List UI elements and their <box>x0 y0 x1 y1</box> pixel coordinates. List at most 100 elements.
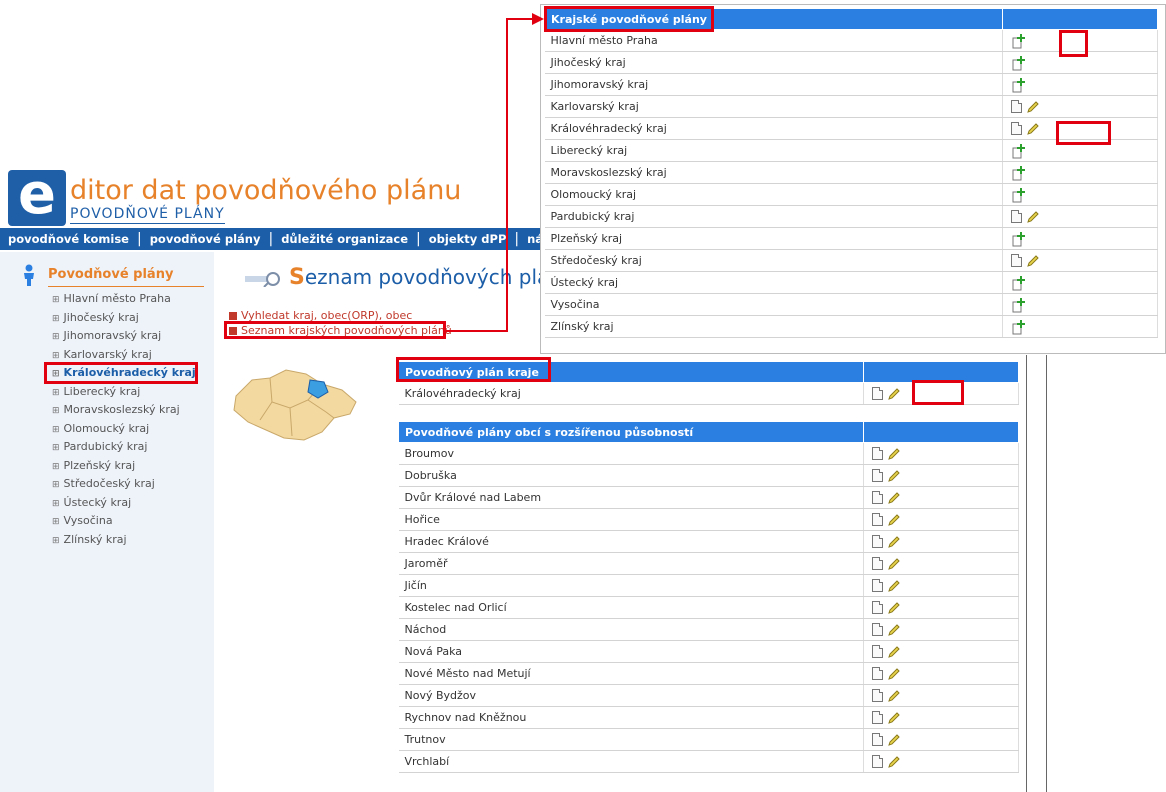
edit-pencil-icon[interactable] <box>887 491 901 505</box>
edit-pencil-icon[interactable] <box>887 557 901 571</box>
sidebar-item[interactable]: ⊞ Liberecký kraj <box>52 383 196 402</box>
view-document-icon[interactable] <box>872 513 883 526</box>
view-document-icon[interactable] <box>872 667 883 680</box>
expand-icon[interactable]: ⊞ <box>52 425 60 435</box>
expand-icon[interactable]: ⊞ <box>52 295 60 305</box>
sidebar-item[interactable]: ⊞ Moravskoslezský kraj <box>52 401 196 420</box>
expand-icon[interactable]: ⊞ <box>52 351 60 361</box>
edit-pencil-icon[interactable] <box>1026 210 1040 224</box>
main-nav: povodňové komise | povodňové plány | důlež… <box>0 228 567 250</box>
view-document-icon[interactable] <box>872 689 883 702</box>
add-plan-icon[interactable] <box>1011 231 1027 247</box>
sidebar-item[interactable]: ⊞ Hlavní město Praha <box>52 290 196 309</box>
divider <box>1046 355 1047 792</box>
edit-pencil-icon[interactable] <box>887 387 901 401</box>
sidebar-item[interactable]: ⊞ Ústecký kraj <box>52 494 196 513</box>
row-actions <box>1002 205 1158 228</box>
view-document-icon[interactable] <box>872 755 883 768</box>
view-document-icon[interactable] <box>872 491 883 504</box>
expand-icon[interactable]: ⊞ <box>52 406 60 416</box>
add-plan-icon[interactable] <box>1011 77 1027 93</box>
sidebar-item[interactable]: ⊞ Pardubický kraj <box>52 438 196 457</box>
app-title: ditor dat povodňového plánu <box>70 175 462 206</box>
edit-pencil-icon[interactable] <box>887 447 901 461</box>
view-document-icon[interactable] <box>872 469 883 482</box>
add-plan-icon[interactable] <box>1011 187 1027 203</box>
arrow-head-icon <box>532 13 544 25</box>
nav-objekty-dpp[interactable]: objekty dPP <box>421 232 515 246</box>
add-plan-icon[interactable] <box>1011 275 1027 291</box>
row-name: Ústecký kraj <box>544 271 1003 294</box>
expand-icon[interactable]: ⊞ <box>52 462 60 472</box>
sidebar-item[interactable]: ⊞ Zlínský kraj <box>52 531 196 550</box>
expand-icon[interactable]: ⊞ <box>52 499 60 509</box>
expand-icon[interactable]: ⊞ <box>52 443 60 453</box>
view-document-icon[interactable] <box>1011 100 1022 113</box>
table-row: Zlínský kraj <box>544 315 1158 338</box>
edit-pencil-icon[interactable] <box>887 755 901 769</box>
view-document-icon[interactable] <box>1011 122 1022 135</box>
edit-pencil-icon[interactable] <box>1026 122 1040 136</box>
view-document-icon[interactable] <box>872 601 883 614</box>
edit-pencil-icon[interactable] <box>887 623 901 637</box>
view-document-icon[interactable] <box>872 557 883 570</box>
add-plan-icon[interactable] <box>1011 319 1027 335</box>
edit-pencil-icon[interactable] <box>1026 254 1040 268</box>
edit-pencil-icon[interactable] <box>887 535 901 549</box>
view-document-icon[interactable] <box>872 579 883 592</box>
edit-pencil-icon[interactable] <box>887 579 901 593</box>
add-plan-icon[interactable] <box>1011 33 1027 49</box>
edit-pencil-icon[interactable] <box>887 601 901 615</box>
edit-pencil-icon[interactable] <box>887 645 901 659</box>
expand-icon[interactable]: ⊞ <box>52 332 60 342</box>
view-document-icon[interactable] <box>1011 254 1022 267</box>
expand-icon[interactable]: ⊞ <box>52 388 60 398</box>
expand-icon[interactable]: ⊞ <box>52 517 60 527</box>
sidebar-item[interactable]: ⊞ Olomoucký kraj <box>52 420 196 439</box>
regional-plans-table: Krajské povodňové plány Hlavní město Pra… <box>544 8 1158 338</box>
logo-e: e <box>8 167 66 226</box>
row-name: Trutnov <box>398 728 864 751</box>
row-name: Jihomoravský kraj <box>544 73 1003 96</box>
row-name: Liberecký kraj <box>544 139 1003 162</box>
view-document-icon[interactable] <box>872 623 883 636</box>
add-plan-icon[interactable] <box>1011 55 1027 71</box>
view-document-icon[interactable] <box>872 645 883 658</box>
view-document-icon[interactable] <box>872 733 883 746</box>
nav-povodnove-komise[interactable]: povodňové komise <box>0 232 137 246</box>
row-name: Pardubický kraj <box>544 205 1003 228</box>
expand-icon[interactable]: ⊞ <box>52 314 60 324</box>
arrow-connector <box>506 18 534 20</box>
expand-icon[interactable]: ⊞ <box>52 480 60 490</box>
view-document-icon[interactable] <box>872 711 883 724</box>
add-plan-icon[interactable] <box>1011 165 1027 181</box>
view-document-icon[interactable] <box>872 387 883 400</box>
edit-pencil-icon[interactable] <box>1026 100 1040 114</box>
row-actions <box>863 530 1019 553</box>
edit-pencil-icon[interactable] <box>887 469 901 483</box>
view-document-icon[interactable] <box>872 447 883 460</box>
expand-icon[interactable]: ⊞ <box>52 536 60 546</box>
sidebar-item[interactable]: ⊞ Středočeský kraj <box>52 475 196 494</box>
sidebar-item-label: Středočeský kraj <box>63 477 155 490</box>
sidebar-item[interactable]: ⊞ Jihomoravský kraj <box>52 327 196 346</box>
sidebar-item[interactable]: ⊞ Jihočeský kraj <box>52 309 196 328</box>
row-actions <box>1002 183 1158 206</box>
edit-pencil-icon[interactable] <box>887 689 901 703</box>
nav-dulezite-organizace[interactable]: důležité organizace <box>273 232 416 246</box>
add-plan-icon[interactable] <box>1011 297 1027 313</box>
edit-pencil-icon[interactable] <box>887 667 901 681</box>
sidebar-item[interactable]: ⊞ Plzeňský kraj <box>52 457 196 476</box>
edit-pencil-icon[interactable] <box>887 711 901 725</box>
edit-pencil-icon[interactable] <box>887 733 901 747</box>
view-document-icon[interactable] <box>1011 210 1022 223</box>
add-plan-icon[interactable] <box>1011 143 1027 159</box>
row-actions <box>1002 271 1158 294</box>
row-name: Vysočina <box>544 293 1003 316</box>
edit-pencil-icon[interactable] <box>887 513 901 527</box>
row-actions <box>863 684 1019 707</box>
nav-povodnove-plany[interactable]: povodňové plány <box>142 232 269 246</box>
sidebar-item[interactable]: ⊞ Vysočina <box>52 512 196 531</box>
arrow-connector <box>446 330 508 332</box>
view-document-icon[interactable] <box>872 535 883 548</box>
